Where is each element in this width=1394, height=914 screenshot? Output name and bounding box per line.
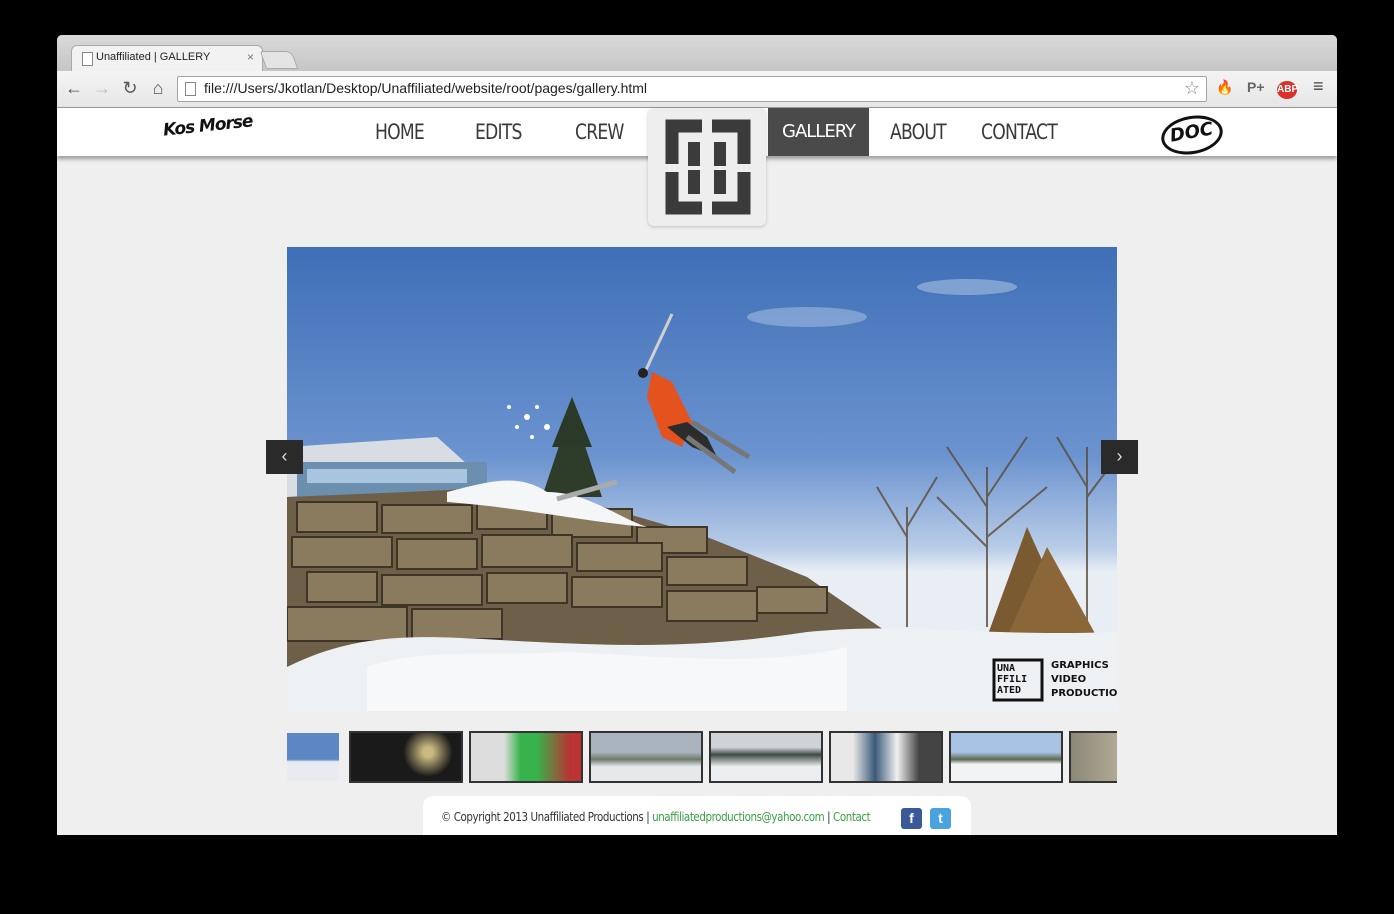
nav-edits[interactable]: EDITS xyxy=(475,108,522,156)
site-footer: © Copyright 2013 Unaffiliated Production… xyxy=(423,796,971,835)
watermark-line: PRODUCTION xyxy=(1051,688,1117,699)
facebook-icon[interactable]: f xyxy=(901,808,922,829)
doc-logo-text: DOC xyxy=(1158,110,1226,160)
watermark-logo: UNA FFILI ATED xyxy=(997,663,1028,696)
twitter-icon[interactable]: t xyxy=(930,808,951,829)
thumbnail[interactable] xyxy=(589,731,703,783)
menu-icon[interactable]: ≡ xyxy=(1313,76,1324,97)
nav-crew[interactable]: CREW xyxy=(575,108,624,156)
site-logo[interactable] xyxy=(648,108,766,226)
email-link[interactable]: unaffiliatedproductions@yahoo.com xyxy=(652,810,825,824)
gallery-main-photo: UNA FFILI ATED GRAPHICS VIDEO PRODUCTION xyxy=(287,247,1117,711)
page-icon xyxy=(185,82,196,96)
thumbnail[interactable] xyxy=(949,731,1063,783)
separator: | xyxy=(824,810,834,824)
tab-title: Unaffiliated | GALLERY xyxy=(96,51,211,63)
thumbnail[interactable] xyxy=(1069,731,1117,783)
browser-window: Unaffiliated | GALLERY × ← → ↻ ⌂ file://… xyxy=(57,35,1337,835)
web-page: Kos Morse HOME EDITS CREW GALLERY ABOUT … xyxy=(57,108,1337,835)
unaffiliated-logo-icon xyxy=(665,119,751,215)
next-slide-button[interactable]: › xyxy=(1101,440,1138,474)
prev-slide-button[interactable]: ‹ xyxy=(266,440,303,474)
home-button[interactable]: ⌂ xyxy=(147,78,169,98)
fire-extension-icon[interactable]: 🔥 xyxy=(1216,79,1233,96)
left-brand-logo[interactable]: Kos Morse xyxy=(162,111,253,140)
thumbnail[interactable] xyxy=(349,731,463,783)
skier-photo xyxy=(287,279,1117,711)
doc-logo[interactable]: DOC xyxy=(1158,110,1226,160)
tab-strip: Unaffiliated | GALLERY × xyxy=(57,35,1337,72)
adblock-icon[interactable]: ABP xyxy=(1277,81,1298,99)
nav-contact[interactable]: CONTACT xyxy=(981,108,1058,156)
watermark-line: VIDEO xyxy=(1051,674,1087,685)
nav-about[interactable]: ABOUT xyxy=(890,108,947,156)
close-tab-icon[interactable]: × xyxy=(247,50,254,64)
browser-tab[interactable]: Unaffiliated | GALLERY × xyxy=(71,45,263,72)
nav-home[interactable]: HOME xyxy=(375,108,425,156)
thumbnail[interactable] xyxy=(709,731,823,783)
reload-button[interactable]: ↻ xyxy=(119,78,141,98)
address-bar[interactable]: file:///Users/Jkotlan/Desktop/Unaffiliat… xyxy=(177,76,1207,102)
thumbnail[interactable] xyxy=(469,731,583,783)
watermark-line: GRAPHICS xyxy=(1051,660,1109,671)
bookmark-star-icon[interactable]: ☆ xyxy=(1184,78,1200,99)
thumbnail-strip xyxy=(287,731,1117,783)
page-icon xyxy=(82,52,93,66)
back-button[interactable]: ← xyxy=(63,78,85,98)
contact-link[interactable]: Contact xyxy=(833,810,871,824)
copyright-text: © Copyright 2013 Unaffiliated Production… xyxy=(441,810,644,824)
new-tab-button[interactable] xyxy=(259,51,299,69)
browser-toolbar: ← → ↻ ⌂ file:///Users/Jkotlan/Desktop/Un… xyxy=(57,71,1337,108)
nav-gallery[interactable]: GALLERY xyxy=(768,108,870,156)
thumbnail[interactable] xyxy=(829,731,943,783)
url-text: file:///Users/Jkotlan/Desktop/Unaffiliat… xyxy=(204,80,648,96)
plus-extension-icon[interactable]: P+ xyxy=(1247,79,1265,95)
watermark-text: GRAPHICS VIDEO PRODUCTION xyxy=(1051,659,1117,701)
forward-button[interactable]: → xyxy=(91,78,113,98)
footer-line: © Copyright 2013 Unaffiliated Production… xyxy=(441,810,871,824)
thumbnail[interactable] xyxy=(287,731,341,783)
